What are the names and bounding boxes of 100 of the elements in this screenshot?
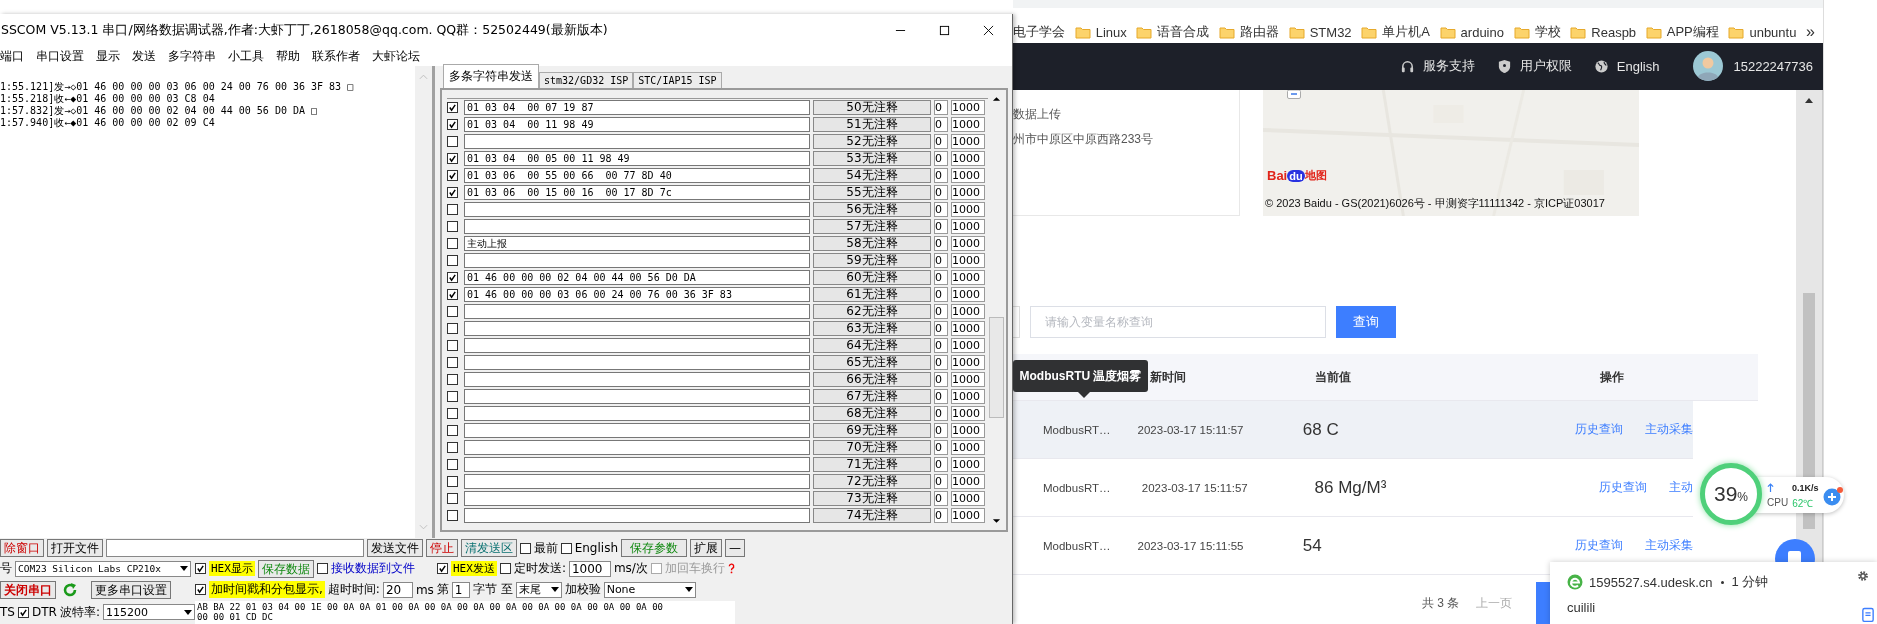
send-text-field[interactable]: AB BA 22 01 03 04 00 1E 00 0A 0A 01 00 0A 00 0A 00 0A 00 0A 00 0A 00 0A 00 0A 00 0A 00 00 00 01 CD DC bbox=[195, 600, 735, 624]
delay-field[interactable]: 1000 bbox=[951, 151, 985, 166]
order-field[interactable]: 0 bbox=[934, 100, 948, 115]
bookmark[interactable]: Linux bbox=[1074, 24, 1127, 40]
comment-button[interactable]: 51无注释 bbox=[813, 117, 931, 132]
delay-field[interactable]: 1000 bbox=[951, 508, 985, 523]
order-field[interactable]: 0 bbox=[934, 338, 948, 353]
comment-button[interactable]: 59无注释 bbox=[813, 253, 931, 268]
order-field[interactable]: 0 bbox=[934, 508, 948, 523]
delay-field[interactable]: 1000 bbox=[951, 168, 985, 183]
delay-field[interactable]: 1000 bbox=[951, 406, 985, 421]
comment-button[interactable]: 61无注释 bbox=[813, 287, 931, 302]
command-field[interactable] bbox=[464, 134, 810, 149]
order-field[interactable]: 0 bbox=[934, 491, 948, 506]
save-params-button[interactable]: 保存参数 bbox=[621, 539, 687, 557]
bookmark[interactable]: 单片机A bbox=[1361, 23, 1430, 42]
command-field[interactable] bbox=[464, 406, 810, 421]
help-icon[interactable] bbox=[727, 563, 735, 574]
comment-button[interactable]: 57无注释 bbox=[813, 219, 931, 234]
order-field[interactable]: 0 bbox=[934, 117, 948, 132]
message-icon[interactable] bbox=[1862, 607, 1874, 622]
command-field[interactable]: 01 03 06 00 15 00 16 00 17 8D 7c bbox=[464, 185, 810, 200]
checkbox[interactable] bbox=[195, 563, 206, 574]
collapse-button[interactable]: — bbox=[725, 539, 745, 557]
command-field[interactable]: 01 03 04 00 07 19 87 bbox=[464, 100, 810, 115]
clear-window-button[interactable]: 除窗口 bbox=[0, 539, 44, 557]
comment-button[interactable]: 60无注释 bbox=[813, 270, 931, 285]
more-settings-button[interactable]: 更多串口设置 bbox=[91, 580, 171, 599]
delay-field[interactable]: 1000 bbox=[951, 372, 985, 387]
add-icon[interactable] bbox=[1822, 486, 1844, 506]
interval-field[interactable]: 1000 bbox=[568, 560, 611, 577]
clear-send-button[interactable]: 清发送区 bbox=[460, 539, 517, 557]
checkbox[interactable] bbox=[447, 187, 458, 198]
tab[interactable]: STC/IAP15 ISP bbox=[633, 72, 722, 88]
comment-button[interactable]: 69无注释 bbox=[813, 423, 931, 438]
more-bookmarks[interactable]: » bbox=[1806, 23, 1815, 42]
command-field[interactable] bbox=[464, 508, 810, 523]
checkbox[interactable] bbox=[447, 442, 458, 453]
delay-field[interactable]: 1000 bbox=[951, 117, 985, 132]
delay-field[interactable]: 1000 bbox=[951, 321, 985, 336]
comment-button[interactable]: 71无注释 bbox=[813, 457, 931, 472]
menu-item[interactable]: 大虾论坛 bbox=[372, 47, 420, 65]
order-field[interactable]: 0 bbox=[934, 151, 948, 166]
bookmark[interactable]: 路由器 bbox=[1219, 23, 1280, 42]
baud-dropdown[interactable]: 115200 bbox=[102, 604, 195, 620]
file-path-field[interactable] bbox=[106, 539, 364, 557]
bookmark[interactable]: APP编程 bbox=[1645, 23, 1719, 42]
comment-button[interactable]: 52无注释 bbox=[813, 134, 931, 149]
usage-gauge[interactable]: 39% bbox=[1700, 463, 1762, 525]
menu-item[interactable]: 串口设置 bbox=[36, 47, 84, 65]
checkbox[interactable] bbox=[447, 119, 458, 130]
tab[interactable]: stm32/GD32 ISP bbox=[539, 72, 634, 88]
order-field[interactable]: 0 bbox=[934, 134, 948, 149]
command-field[interactable] bbox=[464, 474, 810, 489]
checkbox[interactable] bbox=[316, 563, 328, 574]
command-field[interactable]: 主动上报 bbox=[464, 236, 810, 251]
timeout-field[interactable]: 20 bbox=[382, 581, 413, 598]
menu-item[interactable]: 显示 bbox=[96, 47, 120, 65]
action-link[interactable]: 历史查询 bbox=[1575, 537, 1623, 554]
search-button[interactable]: 查询 bbox=[1336, 306, 1396, 338]
port-dropdown[interactable]: COM23 Silicon Labs CP210x bbox=[15, 560, 191, 577]
scroll-up-icon[interactable] bbox=[1805, 98, 1813, 103]
delay-field[interactable]: 1000 bbox=[951, 185, 985, 200]
checkbox[interactable] bbox=[447, 340, 458, 351]
order-field[interactable]: 0 bbox=[934, 185, 948, 200]
checkbox[interactable] bbox=[447, 374, 458, 385]
checkbox[interactable] bbox=[447, 357, 458, 368]
checkbox[interactable] bbox=[519, 542, 531, 554]
maximize-icon[interactable] bbox=[939, 24, 950, 36]
menu-item[interactable]: 联系作者 bbox=[312, 47, 360, 65]
command-field[interactable] bbox=[464, 304, 810, 319]
command-field[interactable]: 01 46 00 00 00 02 04 00 44 00 56 D0 DA bbox=[464, 270, 810, 285]
command-field[interactable] bbox=[464, 321, 810, 336]
checkbox[interactable] bbox=[447, 391, 458, 402]
delay-field[interactable]: 1000 bbox=[951, 474, 985, 489]
delay-field[interactable]: 1000 bbox=[951, 134, 985, 149]
command-field[interactable] bbox=[464, 457, 810, 472]
comment-button[interactable]: 55无注释 bbox=[813, 185, 931, 200]
command-field[interactable] bbox=[464, 202, 810, 217]
order-field[interactable]: 0 bbox=[934, 270, 948, 285]
action-link[interactable]: 主动 bbox=[1669, 479, 1693, 496]
delay-field[interactable]: 1000 bbox=[951, 423, 985, 438]
command-field[interactable] bbox=[464, 355, 810, 370]
checkbox[interactable] bbox=[447, 136, 458, 147]
checkbox[interactable] bbox=[447, 289, 458, 300]
refresh-icon[interactable] bbox=[62, 581, 78, 598]
command-field[interactable]: 01 03 04 00 05 00 11 98 49 bbox=[464, 151, 810, 166]
bookmark[interactable]: 电子学会 bbox=[1013, 23, 1065, 42]
delay-field[interactable]: 1000 bbox=[951, 236, 985, 251]
order-field[interactable]: 0 bbox=[934, 168, 948, 183]
order-field[interactable]: 0 bbox=[934, 423, 948, 438]
scroll-up-icon[interactable] bbox=[992, 96, 1001, 102]
delay-field[interactable]: 1000 bbox=[951, 355, 985, 370]
command-field[interactable]: 01 03 04 00 11 98 49 bbox=[464, 117, 810, 132]
stop-button[interactable]: 停止 bbox=[425, 539, 458, 557]
expand-button[interactable]: 扩展 bbox=[690, 539, 722, 557]
bookmark[interactable]: arduino bbox=[1439, 24, 1504, 40]
close-icon[interactable] bbox=[983, 24, 994, 36]
checkbox[interactable] bbox=[447, 102, 458, 113]
comment-button[interactable]: 50无注释 bbox=[813, 100, 931, 115]
